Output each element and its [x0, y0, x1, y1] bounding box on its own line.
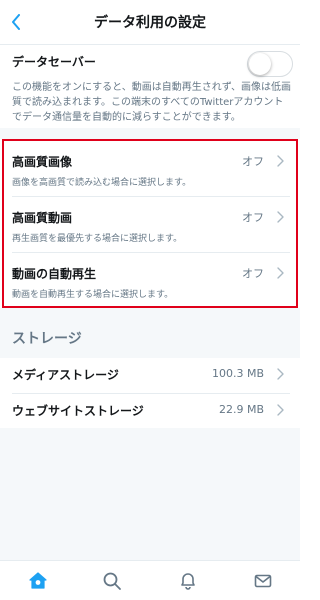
media-storage-row[interactable]: メディアストレージ 100.3 MB — [0, 358, 300, 390]
storage-section-header: ストレージ — [12, 331, 82, 347]
setting-description: 再生画質を最優先する場合に選択します。 — [12, 234, 183, 244]
chevron-right-icon — [277, 211, 284, 223]
data-saver-description: この機能をオンにすると、動画は自動再生されず、画像は低画 質で読み込まれます。こ… — [12, 80, 291, 125]
setting-description: 画像を高画質で読み込む場合に選択します。 — [12, 178, 192, 188]
storage-value: 22.9 MB — [218, 403, 264, 416]
website-storage-row[interactable]: ウェブサイトストレージ 22.9 MB — [0, 394, 300, 426]
chevron-right-icon — [277, 267, 284, 279]
storage-value: 100.3 MB — [211, 367, 264, 380]
notifications-icon — [181, 573, 195, 590]
tab-messages[interactable] — [251, 569, 275, 593]
chevron-right-icon — [277, 368, 284, 380]
description-line: でデータ通信量を自動的に減らすことができます。 — [12, 112, 241, 123]
setting-title: 動画の自動再生 — [12, 267, 97, 281]
data-saver-toggle[interactable] — [247, 51, 293, 77]
setting-value: オフ — [242, 211, 264, 224]
chevron-right-icon — [277, 155, 284, 167]
section-separator — [0, 128, 300, 139]
setting-row-hd-video[interactable]: 高画質動画 オフ 再生画質を最優先する場合に選択します。 — [0, 197, 300, 253]
setting-title: 高画質画像 — [12, 155, 73, 169]
setting-value: オフ — [242, 155, 264, 168]
chevron-right-icon — [277, 404, 284, 416]
toggle-knob — [249, 53, 271, 75]
data-saver-label: データセーバー — [12, 55, 96, 69]
navigation-header: データ利用の設定 — [0, 0, 300, 44]
page-title: データ利用の設定 — [94, 15, 206, 31]
setting-row-video-autoplay[interactable]: 動画の自動再生 オフ 動画を自動再生する場合に選択します。 — [0, 253, 300, 309]
bottom-tab-bar — [0, 560, 300, 600]
storage-label: ウェブサイトストレージ — [12, 404, 144, 418]
setting-title: 高画質動画 — [12, 211, 73, 225]
tab-home[interactable] — [26, 569, 50, 593]
setting-row-hd-images[interactable]: 高画質画像 オフ 画像を高画質で読み込む場合に選択します。 — [0, 141, 300, 197]
setting-value: オフ — [242, 267, 264, 280]
description-line: 質で読み込まれます。この端末のすべてのTwitterアカウント — [12, 97, 284, 108]
messages-icon — [254, 574, 272, 588]
description-line: この機能をオンにすると、動画は自動再生されず、画像は低画 — [12, 82, 291, 93]
tab-notifications[interactable] — [176, 569, 200, 593]
search-icon — [103, 572, 121, 590]
storage-label: メディアストレージ — [12, 368, 119, 382]
empty-area — [0, 428, 300, 560]
home-icon — [29, 572, 47, 589]
tab-search[interactable] — [100, 569, 124, 593]
setting-description: 動画を自動再生する場合に選択します。 — [12, 290, 174, 300]
